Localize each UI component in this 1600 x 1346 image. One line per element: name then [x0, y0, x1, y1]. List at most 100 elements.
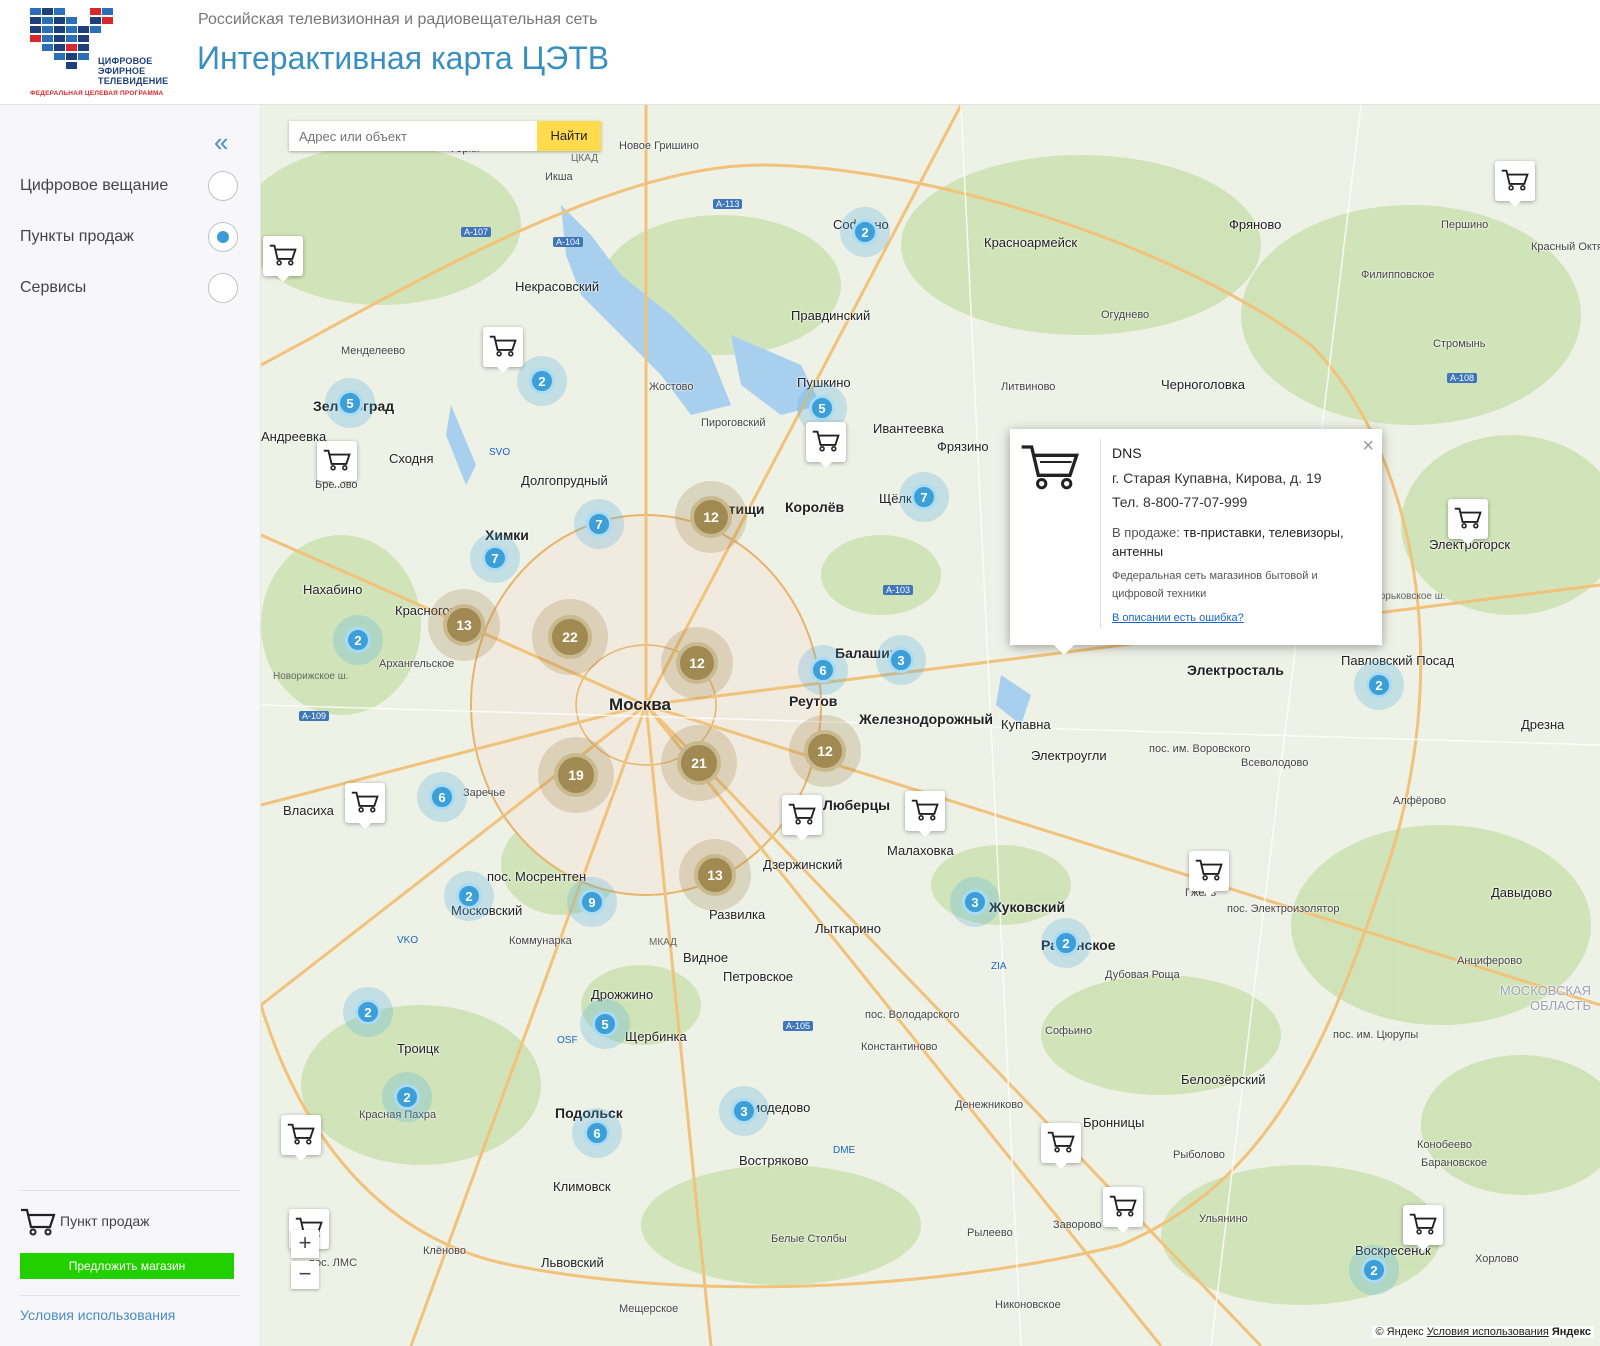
place-label: Климовск	[553, 1179, 611, 1194]
program-logo[interactable]: ЦИФРОВОЕ ЭФИРНОЕ ТЕЛЕВИДЕНИЕ ФЕДЕРАЛЬНАЯ…	[22, 4, 182, 100]
cluster-count: 2	[456, 883, 482, 909]
layer-radio-digital-broadcast[interactable]	[208, 171, 238, 201]
place-label: Менделеево	[341, 345, 406, 357]
close-icon[interactable]: ×	[1362, 435, 1374, 458]
map-cluster[interactable]: 6	[798, 645, 848, 695]
place-label: Всеволодово	[1241, 757, 1309, 769]
cluster-count: 5	[809, 395, 835, 421]
sales-point-popup: × DNS г. Старая Купавна, Кирова, д. 19 Т…	[1010, 429, 1382, 655]
map-cluster[interactable]: 2	[517, 356, 567, 406]
map-cluster[interactable]: 3	[950, 877, 1000, 927]
place-label: пос. им. Цюрупы	[1333, 1029, 1419, 1041]
map-cluster[interactable]: 6	[417, 772, 467, 822]
sales-point-marker[interactable]	[263, 236, 303, 282]
cluster-count: 2	[355, 999, 381, 1025]
map-cluster[interactable]: 2	[1349, 1245, 1399, 1295]
map-cluster[interactable]: 2	[840, 207, 890, 257]
map-cluster[interactable]: 13	[428, 589, 500, 661]
layer-sales-points[interactable]: Пункты продаж	[0, 214, 260, 264]
logo-block	[78, 35, 89, 42]
logo-block	[102, 8, 113, 15]
place-label: Москва	[609, 695, 671, 714]
map-cluster[interactable]: 2	[382, 1072, 432, 1122]
sales-point-marker[interactable]	[483, 327, 523, 373]
sales-point-marker[interactable]	[905, 791, 945, 837]
sales-point-marker[interactable]	[1448, 499, 1488, 545]
shopping-cart-icon	[1409, 1213, 1437, 1235]
map-cluster[interactable]: 2	[1041, 918, 1091, 968]
map-cluster[interactable]: 7	[470, 533, 520, 583]
sales-point-marker[interactable]	[281, 1115, 321, 1161]
map-cluster[interactable]: 6	[572, 1108, 622, 1158]
terms-of-use-link[interactable]: Условия использования	[20, 1307, 175, 1323]
layer-radio-sales-points[interactable]	[208, 222, 238, 252]
sales-point-marker[interactable]	[1103, 1187, 1143, 1233]
map-cluster[interactable]: 21	[661, 725, 737, 801]
place-label: Ульянино	[1199, 1213, 1248, 1225]
logo-block	[30, 26, 41, 33]
map-cluster[interactable]: 9	[567, 877, 617, 927]
sales-point-marker[interactable]	[782, 795, 822, 841]
sales-point-marker[interactable]	[1403, 1205, 1443, 1251]
map-cluster[interactable]: 2	[444, 871, 494, 921]
map-cluster[interactable]: 13	[679, 839, 751, 911]
cluster-count: 13	[443, 604, 485, 646]
collapse-sidebar-button[interactable]: «	[214, 127, 228, 158]
search-input[interactable]	[289, 121, 533, 151]
logo-block	[54, 17, 65, 24]
road-shield: А-109	[299, 711, 330, 721]
map-cluster[interactable]: 12	[789, 715, 861, 787]
layer-services[interactable]: Сервисы	[0, 265, 260, 315]
map-cluster[interactable]: 2	[1354, 660, 1404, 710]
suggest-store-button[interactable]: Предложить магазин	[20, 1253, 234, 1279]
zoom-out-button[interactable]: −	[291, 1261, 319, 1289]
map-cluster[interactable]: 12	[661, 627, 733, 699]
place-label: Белоозёрский	[1181, 1072, 1266, 1087]
map-cluster[interactable]: 22	[532, 599, 608, 675]
map-cluster[interactable]: 12	[675, 481, 747, 553]
map-terms-link[interactable]: Условия использования	[1427, 1326, 1549, 1338]
store-description: Федеральная сеть магазинов бытовой и циф…	[1112, 570, 1318, 600]
place-label: Некрасовский	[515, 279, 600, 294]
place-label: Рылеево	[967, 1227, 1013, 1239]
shopping-cart-icon	[1195, 859, 1223, 881]
road-shield: А-104	[553, 237, 584, 247]
map-copyright: © Яндекс Условия использования Яндекс	[1372, 1326, 1594, 1338]
map-cluster[interactable]: 19	[538, 737, 614, 813]
report-error-link[interactable]: В описании есть ошибка?	[1112, 612, 1244, 624]
cluster-count: 6	[810, 657, 836, 683]
zoom-in-button[interactable]: +	[291, 1230, 319, 1258]
products-prefix: В продаже:	[1112, 525, 1180, 540]
place-label: Пироговский	[701, 417, 766, 429]
sales-point-marker[interactable]	[317, 441, 357, 487]
sales-point-marker[interactable]	[1041, 1123, 1081, 1169]
cluster-count: 2	[852, 219, 878, 245]
place-label: пос. Мосрентген	[487, 869, 587, 884]
copyright-prefix: © Яндекс	[1375, 1326, 1424, 1338]
divider	[20, 1190, 240, 1191]
map-cluster[interactable]: 7	[574, 499, 624, 549]
map-cluster[interactable]: 5	[325, 378, 375, 428]
place-label: пос. Володарского	[865, 1009, 960, 1021]
place-label: Софьино	[1045, 1025, 1093, 1037]
map-cluster[interactable]: 5	[580, 999, 630, 1049]
sales-point-marker[interactable]	[345, 783, 385, 829]
map-cluster[interactable]: 3	[876, 635, 926, 685]
layer-radio-services[interactable]	[208, 273, 238, 303]
sales-point-marker[interactable]	[1189, 851, 1229, 897]
logo-block	[102, 17, 113, 24]
place-label: Правдинский	[791, 308, 871, 323]
shopping-cart-icon	[323, 449, 351, 471]
road-shield: А-113	[713, 199, 743, 209]
map-cluster[interactable]: 3	[719, 1086, 769, 1136]
sales-point-marker[interactable]	[1495, 161, 1535, 207]
sidebar: « Цифровое вещание Пункты продаж Сервисы…	[0, 105, 261, 1346]
map-cluster[interactable]: 7	[899, 472, 949, 522]
cluster-count: 3	[962, 889, 988, 915]
map-cluster[interactable]: 2	[343, 987, 393, 1037]
map-cluster[interactable]: 2	[333, 615, 383, 665]
sales-point-marker[interactable]	[806, 422, 846, 468]
layer-digital-broadcast[interactable]: Цифровое вещание	[0, 163, 260, 213]
search-button[interactable]: Найти	[537, 121, 601, 151]
map[interactable]: Новое Гришино Горки Икша Софьино Красноа…	[261, 105, 1600, 1346]
